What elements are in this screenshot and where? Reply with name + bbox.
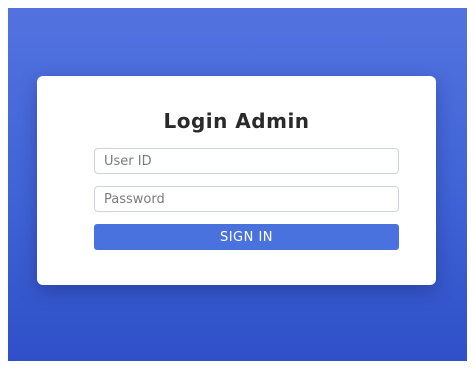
login-title: Login Admin (163, 109, 310, 133)
login-card: Login Admin SIGN IN (37, 76, 436, 285)
sign-in-button[interactable]: SIGN IN (94, 224, 399, 250)
login-page-background: Login Admin SIGN IN (8, 8, 467, 361)
user-id-input[interactable] (94, 148, 399, 174)
password-input[interactable] (94, 186, 399, 212)
